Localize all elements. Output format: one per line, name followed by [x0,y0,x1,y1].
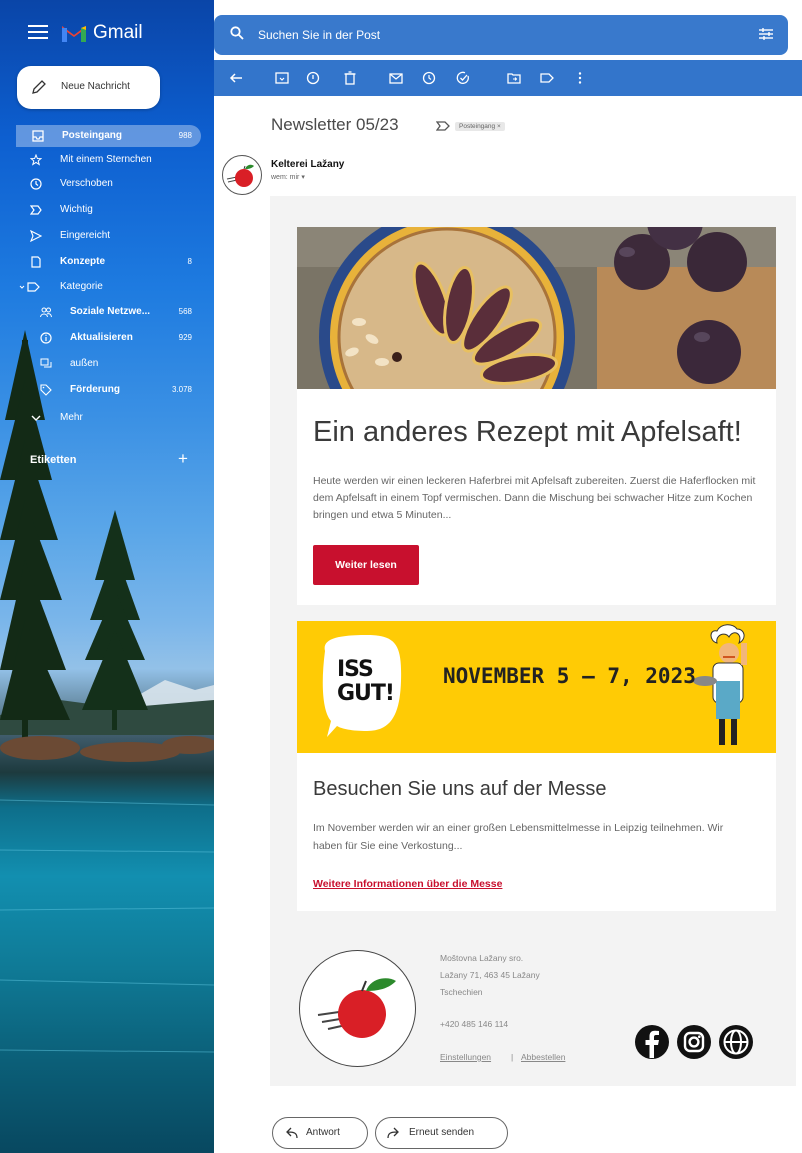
add-to-tasks-icon[interactable] [455,70,471,86]
sender-avatar [222,155,262,195]
reply-button[interactable]: Antwort [272,1117,368,1149]
footer-country: Tschechien [440,987,483,997]
draft-icon [31,256,41,268]
footer-company: Moštovna Lažany sro. [440,953,524,963]
inbox-icon [32,130,44,142]
people-icon [40,307,52,318]
footer-separator: | [511,1052,514,1062]
mark-unread-icon[interactable] [388,70,404,86]
fair-info-link[interactable]: Weitere Informationen über die Messe [313,878,502,890]
porridge-with-plums-image [297,227,776,389]
compose-button[interactable]: Neue Nachricht [17,66,160,109]
sidebar-item-categories[interactable]: Kategorie [14,276,201,298]
search-input[interactable]: Suchen Sie in der Post [258,28,380,42]
footer-street: Lažany 71, 463 45 Lažany [440,970,540,980]
article-excerpt: Heute werden wir einen leckeren Haferbre… [313,475,756,521]
chevron-down-icon [31,415,41,421]
tag-icon [40,384,52,396]
move-to-icon[interactable] [506,70,522,86]
reply-icon [286,1127,298,1139]
gmail-logo-icon[interactable] [60,22,88,49]
fair-banner[interactable]: ISS GUT! NOVEMBER 5 – 7, 2023 [297,621,776,753]
article-title: Besuchen Sie uns auf der Messe [313,778,607,800]
more-options-icon[interactable] [572,70,588,86]
compose-label: Neue Nachricht [61,81,130,92]
search-options-icon[interactable] [758,27,774,46]
add-label-button[interactable]: + [178,449,188,469]
sidebar-item-more[interactable]: Mehr [14,407,201,429]
article-card-fair: Besuchen Sie uns auf der Messe Im Novemb… [297,753,776,911]
article-excerpt: Im November werden wir an einer großen L… [313,822,724,852]
delete-icon[interactable] [342,70,358,86]
clock-icon [30,178,42,190]
label-chip-inbox[interactable]: Posteingang × [455,122,505,131]
important-icon [30,205,42,215]
send-icon [30,230,42,242]
label-icon [19,282,40,292]
star-icon [30,154,42,166]
forward-button[interactable]: Erneut senden [375,1117,508,1149]
article-card-recipe: Ein anderes Rezept mit Apfelsaft! Heute … [297,389,776,605]
pencil-icon [31,79,47,100]
forward-icon [387,1127,399,1139]
instagram-icon[interactable] [676,1024,712,1060]
sidebar-item-sent[interactable]: Eingereicht [14,225,201,247]
sidebar-item-social[interactable]: Soziale Netzwe... 568 [14,301,201,323]
article-title: Ein anderes Rezept mit Apfelsaft! [313,416,742,448]
archive-icon[interactable] [274,70,290,86]
search-bar[interactable]: Suchen Sie in der Post [214,15,788,55]
unsubscribe-link[interactable]: Abbestellen [521,1052,565,1062]
sidebar-item-forums[interactable]: außen [14,353,201,375]
sender-name: Kelterei Lažany [271,159,345,170]
forum-icon [40,358,52,368]
search-icon[interactable] [230,26,244,45]
sidebar-item-updates[interactable]: Aktualisieren 929 [14,327,201,349]
sidebar-item-posteingang[interactable]: Posteingang 988 [16,125,201,147]
labels-heading: Etiketten [30,454,77,466]
company-logo [299,950,416,1067]
message-subject: Newsletter 05/23 [271,115,399,134]
important-marker-icon[interactable] [436,121,450,131]
back-arrow-icon[interactable] [228,70,244,86]
sidebar-item-promotions[interactable]: Förderung 3.078 [14,379,201,401]
settings-link[interactable]: Einstellungen [440,1052,491,1062]
main-menu-icon[interactable] [28,25,48,41]
chevron-down-icon[interactable]: ▾ [301,174,305,181]
fair-dates: NOVEMBER 5 – 7, 2023 [443,664,696,688]
sidebar-item-snoozed[interactable]: Verschoben [14,173,201,195]
read-more-button[interactable]: Weiter lesen [313,545,419,585]
gmail-wordmark: Gmail [93,22,143,43]
sidebar-item-starred[interactable]: Mit einem Sternchen [14,149,201,171]
footer-phone: +420 485 146 114 [440,1019,509,1029]
message-toolbar [214,60,802,96]
fair-logo: ISS GUT! [337,657,395,706]
report-spam-icon[interactable] [305,70,321,86]
sidebar-item-important[interactable]: Wichtig [14,199,201,221]
website-globe-icon[interactable] [718,1024,754,1060]
recipient-details[interactable]: wem: mir ▾ [271,173,305,181]
label-as-icon[interactable] [539,70,555,86]
sidebar-item-drafts[interactable]: Konzepte 8 [14,251,201,273]
facebook-icon[interactable] [634,1024,670,1060]
snooze-icon[interactable] [421,70,437,86]
info-icon [40,332,52,344]
